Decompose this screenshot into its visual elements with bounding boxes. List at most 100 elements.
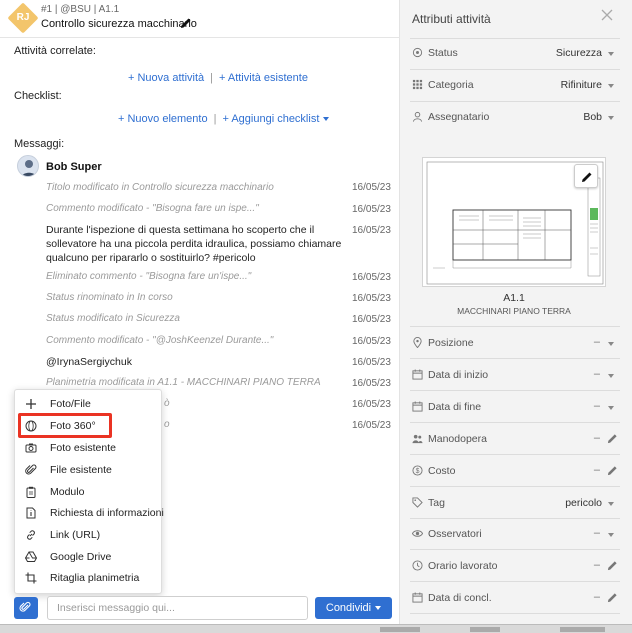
attach-button[interactable]: [14, 597, 38, 619]
attribute-value: –: [593, 368, 600, 380]
plus-icon: [26, 399, 36, 409]
message-item: Commento modificato - "Bisogna fare un i…: [46, 203, 259, 214]
attribute-tag[interactable]: Tag pericolo: [410, 492, 620, 514]
menu-item-link-url[interactable]: Link (URL): [15, 525, 163, 546]
message-item: Eliminato commento - "Bisogna fare un'is…: [46, 271, 252, 282]
attribute-observers[interactable]: Osservatori –: [410, 523, 620, 545]
tag-icon: [412, 497, 423, 508]
attribute-value: –: [593, 527, 600, 539]
share-button[interactable]: Condividi: [315, 597, 392, 619]
add-checklist-link[interactable]: + Aggiungi checklist: [222, 113, 319, 125]
menu-item-form[interactable]: Modulo: [15, 482, 163, 503]
photo-360-highlight: [18, 413, 112, 438]
attribute-label: Manodopera: [428, 433, 487, 445]
chevron-down-icon[interactable]: [323, 117, 330, 122]
message-date: 16/05/23: [352, 314, 391, 325]
message-item: ò: [164, 398, 170, 409]
google-drive-icon: [25, 551, 37, 562]
task-avatar: RJ: [7, 2, 39, 34]
pencil-icon[interactable]: [607, 560, 618, 571]
paperclip-icon: [19, 601, 31, 612]
pencil-icon[interactable]: [607, 592, 618, 603]
clock-icon: [412, 560, 423, 571]
attribute-value: –: [593, 591, 600, 603]
message-item: Commento modificato - "@JoshKeenzel Dura…: [46, 335, 274, 346]
message-item: Status modificato in Sicurezza: [46, 313, 180, 324]
message-comment: Durante l'ispezione di questa settimana …: [46, 224, 342, 264]
pencil-icon[interactable]: [607, 433, 618, 444]
avatar-initials: RJ: [16, 12, 30, 23]
menu-item-existing-file[interactable]: File esistente: [15, 460, 163, 481]
checklist-label: Checklist:: [14, 90, 62, 102]
attribute-label: Orario lavorato: [428, 560, 498, 572]
divider: [410, 358, 620, 359]
task-title[interactable]: Controllo sicurezza macchinario: [41, 18, 197, 30]
messages-label: Messaggi:: [14, 138, 65, 150]
attribute-position[interactable]: Posizione –: [410, 332, 620, 354]
pencil-icon[interactable]: [180, 17, 192, 29]
chevron-down-icon: [608, 116, 614, 120]
message-date: 16/05/23: [352, 182, 391, 193]
calendar-icon: [412, 369, 423, 380]
crop-icon: [25, 572, 37, 584]
attribute-value: –: [593, 464, 600, 476]
gear-icon: [412, 47, 423, 58]
link-icon: [27, 530, 35, 540]
attribute-label: Costo: [428, 465, 456, 477]
task-main-panel: RJ #1 | @BSU | A1.1 Controllo sicurezza …: [0, 0, 400, 633]
divider: [410, 581, 620, 582]
user-icon: [412, 111, 423, 122]
menu-item-crop-plan[interactable]: Ritaglia planimetria: [15, 568, 163, 589]
chevron-down-icon: [608, 502, 614, 506]
task-meta: #1 | @BSU | A1.1: [41, 4, 120, 15]
message-date: 16/05/23: [352, 420, 391, 431]
existing-task-link[interactable]: + Attività esistente: [219, 72, 308, 84]
attribute-label: Status: [428, 47, 458, 59]
attribute-end-date[interactable]: Data di fine –: [410, 396, 620, 418]
attribute-label: Osservatori: [428, 528, 482, 540]
menu-item-google-drive[interactable]: Google Drive: [15, 547, 163, 568]
message-date: 16/05/23: [352, 357, 391, 368]
attribute-label: Data di concl.: [428, 592, 492, 604]
task-detail-window: RJ #1 | @BSU | A1.1 Controllo sicurezza …: [0, 0, 632, 633]
attribute-completion-date[interactable]: Data di concl. –: [410, 587, 620, 609]
attribute-label: Tag: [428, 497, 445, 509]
attribute-value: Rifiniture: [560, 79, 602, 91]
menu-item-label: Google Drive: [50, 551, 112, 563]
attribute-label: Categoria: [428, 79, 474, 91]
attribute-cost[interactable]: $ Costo –: [410, 460, 620, 482]
chevron-down-icon: [608, 533, 614, 537]
grid-icon: [412, 79, 423, 90]
menu-item-information-request[interactable]: Richiesta di informazioni: [15, 503, 164, 524]
attribute-category[interactable]: Categoria Rifiniture: [410, 74, 620, 96]
attribute-hours-worked[interactable]: Orario lavorato –: [410, 555, 620, 577]
message-date: 16/05/23: [352, 399, 391, 410]
message-item: Planimetria modificata in A1.1 - MACCHIN…: [46, 377, 321, 388]
menu-item-existing-photo[interactable]: Foto esistente: [15, 438, 163, 459]
message-input[interactable]: [47, 596, 308, 620]
clipboard-icon: [26, 486, 36, 498]
attribute-labor[interactable]: Manodopera –: [410, 428, 620, 450]
message-mention: @IrynaSergiychuk: [46, 356, 132, 368]
attribute-assignee[interactable]: Assegnatario Bob: [410, 106, 620, 128]
divider: [410, 422, 620, 423]
message-date: 16/05/23: [352, 336, 391, 347]
divider: [410, 38, 620, 39]
pencil-icon[interactable]: [607, 465, 618, 476]
svg-text:$: $: [416, 468, 420, 475]
menu-item-label: Ritaglia planimetria: [50, 572, 140, 584]
menu-item-photo-file[interactable]: Foto/File: [15, 394, 163, 415]
new-element-link[interactable]: + Nuovo elemento: [118, 113, 208, 125]
message-date: 16/05/23: [352, 378, 391, 389]
task-header: RJ #1 | @BSU | A1.1 Controllo sicurezza …: [0, 0, 400, 38]
user-icon: [21, 160, 37, 176]
attribute-start-date[interactable]: Data di inizio –: [410, 364, 620, 386]
edit-plan-button[interactable]: [574, 164, 598, 188]
new-task-link[interactable]: + Nuova attività: [128, 72, 204, 84]
map-pin-icon: [413, 337, 422, 348]
attribute-label: Posizione: [428, 337, 474, 349]
camera-icon: [25, 443, 37, 453]
attribute-status[interactable]: Status Sicurezza: [410, 42, 620, 64]
close-icon[interactable]: [601, 9, 613, 21]
message-author: Bob Super: [46, 161, 102, 173]
